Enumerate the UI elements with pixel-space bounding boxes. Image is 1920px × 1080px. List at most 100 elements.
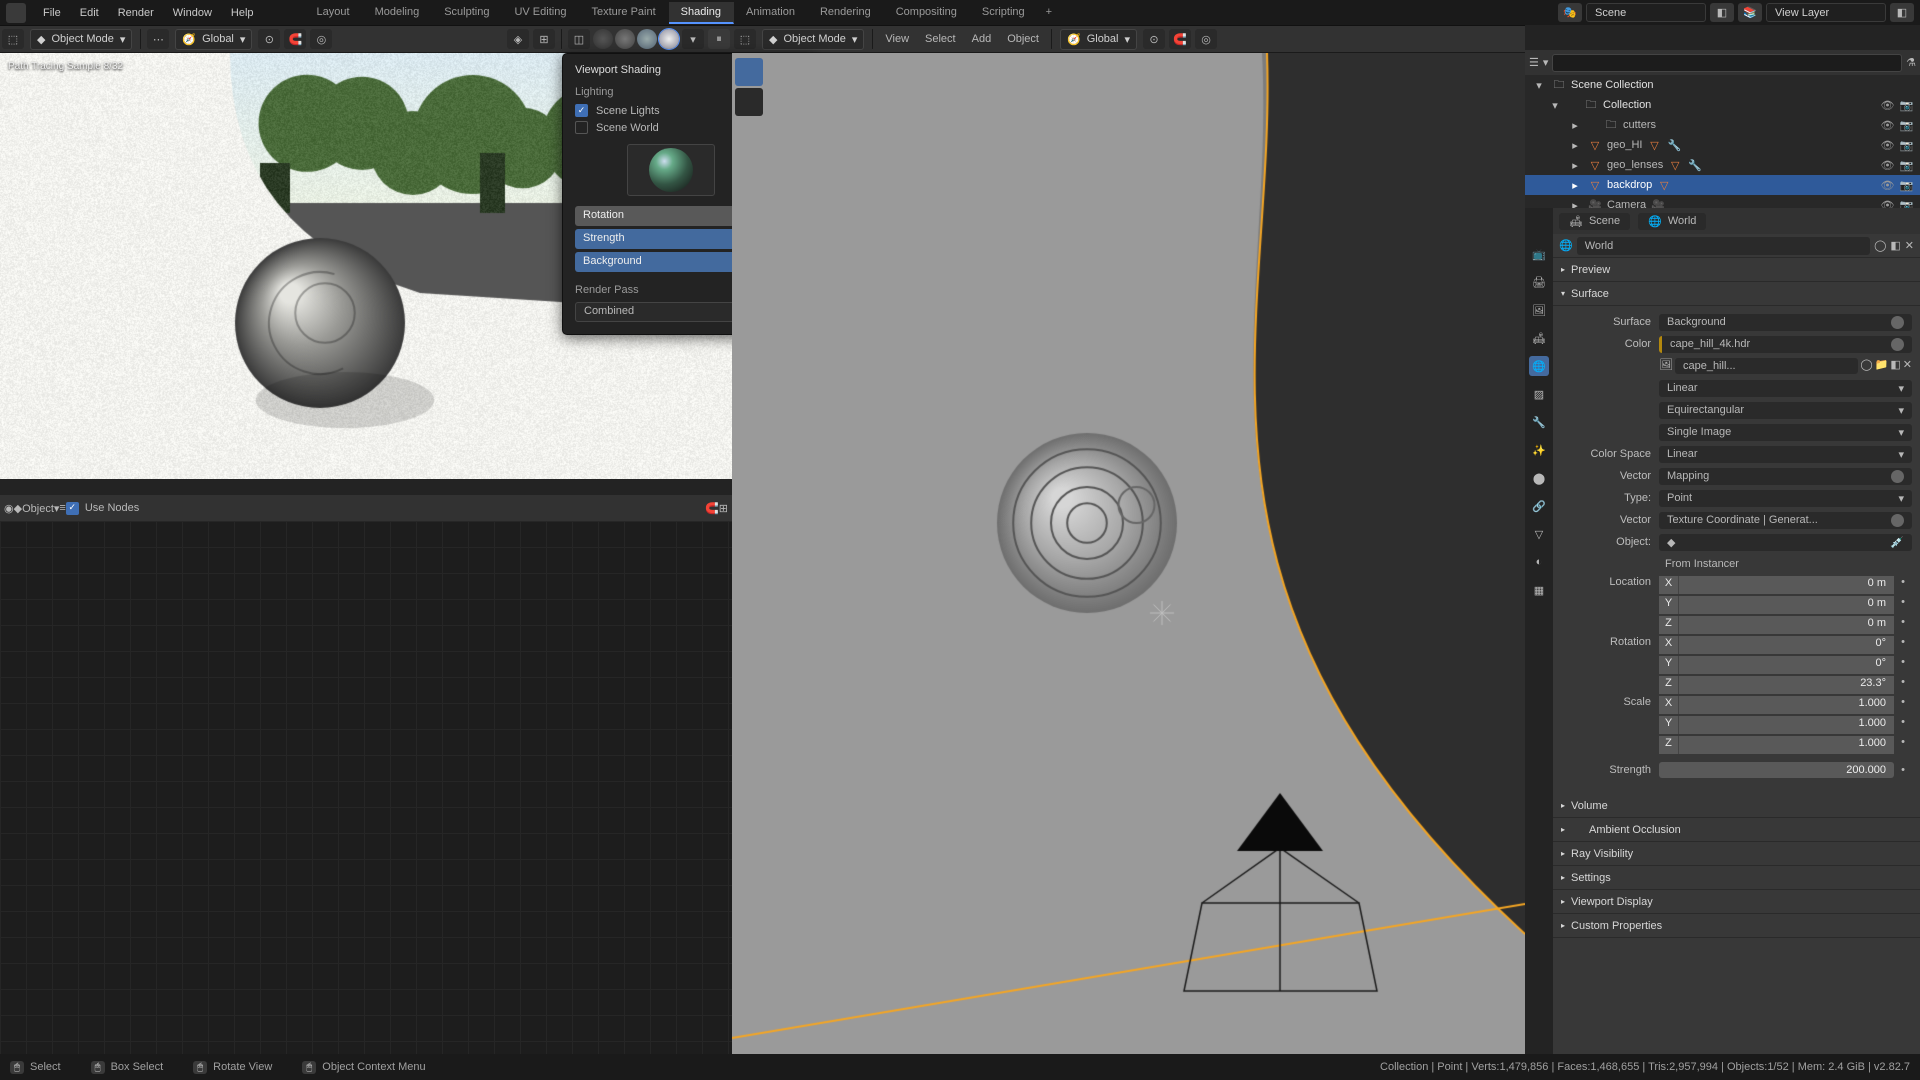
workspace-texpaint[interactable]: Texture Paint (579, 2, 668, 24)
editor-type-icon[interactable]: ⬚ (2, 29, 24, 49)
tab-data[interactable]: ▽ (1529, 524, 1549, 544)
menu-help[interactable]: Help (223, 4, 262, 22)
restrict-view-icon[interactable]: 👁 (1880, 99, 1895, 112)
tool-select-box[interactable] (735, 58, 763, 86)
outliner-filter-icon[interactable]: ⚗ (1906, 56, 1916, 69)
proportional-icon[interactable]: ◎ (310, 29, 332, 49)
loc-z[interactable]: 0 m (1679, 616, 1894, 634)
workspace-add[interactable]: + (1038, 2, 1061, 24)
vector-mapping-select[interactable]: Mapping (1659, 468, 1912, 485)
shading-dropdown-a[interactable]: ▾ (682, 29, 704, 49)
outliner-item-geo-hi[interactable]: ▸▽geo_HI▽🔧 👁📷 (1525, 135, 1920, 155)
panel-surface[interactable]: Surface (1553, 282, 1920, 306)
shading-solid-a[interactable] (615, 29, 635, 49)
outliner-item-cutters[interactable]: ▸🗀cutters 👁📷 (1525, 115, 1920, 135)
pivot-icon[interactable]: ⊙ (258, 29, 280, 49)
workspace-layout[interactable]: Layout (305, 2, 363, 24)
snap-b-icon[interactable]: 🧲 (1169, 29, 1191, 49)
node-editor-type-icon[interactable]: ◉ (4, 502, 14, 515)
menu-view-b[interactable]: View (877, 33, 917, 45)
loc-x[interactable]: 0 m (1679, 576, 1894, 594)
mode-select-a[interactable]: ◆Object Mode▾ (30, 29, 132, 50)
mapping-type-select[interactable]: Point▾ (1659, 490, 1912, 507)
scene-browse-icon[interactable]: 🎭 (1558, 3, 1582, 22)
outliner-display-icon[interactable]: ▾ (1543, 56, 1549, 69)
viewport-solid[interactable] (732, 53, 1525, 1054)
image-new-icon[interactable]: ◧ (1890, 358, 1900, 374)
viewlayer-browse-icon[interactable]: 📚 (1738, 3, 1762, 22)
image-unlink-icon[interactable]: ✕ (1903, 358, 1912, 374)
outliner-scene-collection[interactable]: ▾🗀Scene Collection (1525, 75, 1920, 95)
image-shield-icon[interactable]: ◯ (1860, 358, 1872, 374)
node-overlay-icon[interactable]: ⊞ (719, 502, 728, 515)
workspace-sculpting[interactable]: Sculpting (432, 2, 502, 24)
tab-viewlayer[interactable]: 🖼 (1529, 300, 1549, 320)
world-shield-icon[interactable]: ◯ (1874, 239, 1886, 252)
workspace-modeling[interactable]: Modeling (363, 2, 433, 24)
editor-type-b-icon[interactable]: ⬚ (734, 29, 756, 49)
tab-render[interactable]: 📺 (1529, 244, 1549, 264)
tab-output[interactable]: 🖨 (1529, 272, 1549, 292)
orientation-a[interactable]: 🧭Global▾ (175, 29, 252, 50)
xray-icon[interactable]: ◫ (568, 29, 590, 49)
shading-matprev-a[interactable] (637, 29, 657, 49)
outliner-collection[interactable]: ▾🗀Collection 👁📷 (1525, 95, 1920, 115)
tab-particle[interactable]: ✨ (1529, 440, 1549, 460)
proportional-b-icon[interactable]: ◎ (1195, 29, 1217, 49)
menu-render[interactable]: Render (110, 4, 162, 22)
crumb-scene[interactable]: 🛋Scene (1559, 213, 1630, 230)
rot-z[interactable]: 23.3° (1679, 676, 1894, 694)
menu-window[interactable]: Window (165, 4, 220, 22)
panel-volume[interactable]: Volume (1553, 794, 1920, 818)
snap-icon[interactable]: 🧲 (284, 29, 306, 49)
world-strength[interactable]: 200.000 (1659, 762, 1894, 778)
menu-add-b[interactable]: Add (964, 33, 1000, 45)
app-logo-icon[interactable] (6, 3, 26, 23)
panel-ao[interactable]: Ambient Occlusion (1553, 818, 1920, 842)
menu-edit[interactable]: Edit (72, 4, 107, 22)
workspace-animation[interactable]: Animation (734, 2, 808, 24)
scene-world-checkbox[interactable] (575, 121, 588, 134)
hdri-thumbnail[interactable] (627, 144, 715, 196)
object-picker[interactable]: ◆💉 (1659, 534, 1912, 551)
pivot-b-icon[interactable]: ⊙ (1143, 29, 1165, 49)
frames-select[interactable]: Single Image▾ (1659, 424, 1912, 441)
tab-world[interactable]: 🌐 (1529, 356, 1549, 376)
overlay-icon[interactable]: ⊞ (533, 29, 555, 49)
node-snap-icon[interactable]: 🧲 (705, 502, 719, 515)
rot-x[interactable]: 0° (1679, 636, 1894, 654)
pause-render-icon[interactable]: ⏸ (708, 29, 730, 49)
rot-y[interactable]: 0° (1679, 656, 1894, 674)
restrict-render-icon[interactable]: 📷 (1899, 99, 1914, 112)
node-pin-icon[interactable]: ≡ (59, 502, 65, 514)
interp-select[interactable]: Linear▾ (1659, 380, 1912, 397)
world-browse-icon[interactable]: 🌐 (1559, 239, 1573, 252)
tab-object[interactable]: ▨ (1529, 384, 1549, 404)
scale-x[interactable]: 1.000 (1679, 696, 1894, 714)
world-name-field[interactable]: World (1577, 237, 1870, 255)
scale-y[interactable]: 1.000 (1679, 716, 1894, 734)
panel-custom-props[interactable]: Custom Properties (1553, 914, 1920, 938)
workspace-compositing[interactable]: Compositing (884, 2, 970, 24)
menu-file[interactable]: File (35, 4, 69, 22)
tab-constraint[interactable]: 🔗 (1529, 496, 1549, 516)
outliner-type-icon[interactable]: ☰ (1529, 56, 1539, 69)
tab-physics[interactable]: ⬤ (1529, 468, 1549, 488)
menu-view-a[interactable]: ⋯ (147, 29, 169, 49)
use-nodes-checkbox[interactable]: ✓ (66, 502, 79, 515)
image-browse-icon[interactable]: 🖼 (1659, 358, 1673, 374)
node-editor-canvas[interactable] (0, 521, 732, 1054)
color-image-select[interactable]: cape_hill_4k.hdr (1659, 336, 1912, 353)
panel-preview[interactable]: Preview (1553, 258, 1920, 282)
mode-select-b[interactable]: ◆Object Mode▾ (762, 29, 864, 50)
outliner-search[interactable] (1552, 54, 1902, 72)
workspace-uv[interactable]: UV Editing (502, 2, 579, 24)
tool-cursor[interactable] (735, 88, 763, 116)
workspace-rendering[interactable]: Rendering (808, 2, 884, 24)
panel-viewport-display[interactable]: Viewport Display (1553, 890, 1920, 914)
gizmo-icon[interactable]: ◈ (507, 29, 529, 49)
viewlayer-field[interactable]: View Layer (1766, 3, 1886, 22)
image-open-icon[interactable]: 📁 (1875, 358, 1889, 374)
crumb-world[interactable]: 🌐World (1638, 213, 1706, 230)
outliner-item-backdrop[interactable]: ▸▽backdrop▽ 👁📷 (1525, 175, 1920, 195)
